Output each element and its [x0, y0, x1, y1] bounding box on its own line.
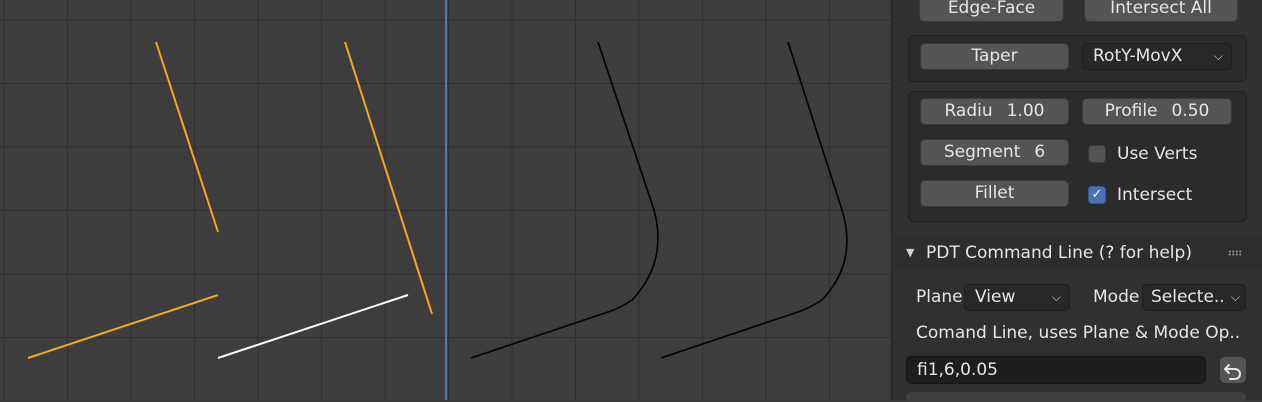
- mode-select[interactable]: Selecte.. ⌵: [1142, 284, 1246, 311]
- checkmark-icon: ✓: [1091, 187, 1103, 202]
- viewport-canvas[interactable]: [0, 0, 891, 400]
- selected-edge-2[interactable]: [27, 294, 219, 359]
- fillet-label: Fillet: [974, 183, 1015, 203]
- intersect-label[interactable]: Intersect: [1117, 185, 1192, 205]
- command-line-input[interactable]: fi1,6,0.05: [906, 356, 1206, 384]
- plane-value: View: [975, 287, 1016, 307]
- undo-arrow-icon: [1224, 364, 1241, 380]
- use-verts-label[interactable]: Use Verts: [1117, 144, 1197, 164]
- profile-label: Profile: [1104, 101, 1158, 121]
- filleted-edge-1[interactable]: [470, 41, 659, 359]
- plane-select[interactable]: View ⌵: [964, 284, 1070, 311]
- segment-value: 6: [1034, 142, 1046, 162]
- chevron-down-icon: ⌵: [1230, 290, 1240, 304]
- 3d-viewport[interactable]: [0, 0, 891, 400]
- command-line-description: Comand Line, uses Plane & Mode Op..: [916, 323, 1241, 343]
- taper-button[interactable]: Taper: [920, 43, 1069, 70]
- edge-face-label: Edge-Face: [947, 0, 1036, 18]
- filleted-edge-2[interactable]: [660, 41, 848, 359]
- fillet-button[interactable]: Fillet: [920, 180, 1069, 207]
- radius-label: Radiu: [944, 101, 993, 121]
- segment-field[interactable]: Segment 6: [920, 139, 1069, 166]
- mesh-edges[interactable]: [27, 41, 848, 359]
- command-line-title: PDT Command Line (? for help): [926, 243, 1192, 263]
- segment-label: Segment: [943, 142, 1021, 162]
- active-edge[interactable]: [217, 294, 409, 359]
- plane-label: Plane: [916, 287, 963, 307]
- radius-value: 1.00: [1006, 101, 1045, 121]
- undo-button[interactable]: [1220, 357, 1246, 383]
- radius-field[interactable]: Radiu 1.00: [920, 98, 1069, 125]
- intersect-all-label: Intersect All: [1110, 0, 1212, 18]
- disclosure-triangle-icon[interactable]: ▼: [906, 246, 914, 259]
- mode-label: Mode: [1093, 287, 1140, 307]
- selected-edge-3[interactable]: [344, 41, 433, 315]
- intersect-all-button[interactable]: Intersect All: [1084, 0, 1238, 22]
- pdt-side-panel: Edge-Face Intersect All Taper RotY-MovX ⌵…: [891, 0, 1262, 402]
- chevron-down-icon: ⌵: [1051, 290, 1061, 304]
- chevron-down-icon: ⌵: [1213, 49, 1223, 63]
- profile-field[interactable]: Profile 0.50: [1082, 98, 1232, 125]
- intersect-checkbox[interactable]: ✓: [1088, 186, 1106, 204]
- profile-value: 0.50: [1171, 101, 1210, 121]
- taper-label: Taper: [971, 46, 1018, 66]
- command-line-panel-header[interactable]: ▼ PDT Command Line (? for help): [892, 236, 1262, 270]
- edge-face-button[interactable]: Edge-Face: [919, 0, 1064, 22]
- taper-mode-value: RotY-MovX: [1093, 46, 1183, 66]
- command-line-input-value: fi1,6,0.05: [917, 360, 998, 380]
- taper-mode-select[interactable]: RotY-MovX ⌵: [1082, 43, 1232, 70]
- use-verts-checkbox[interactable]: [1088, 145, 1106, 163]
- mode-value: Selecte..: [1151, 287, 1225, 307]
- next-row-partial: [906, 392, 1246, 402]
- drag-grip-icon[interactable]: [1228, 250, 1242, 256]
- selected-edge-1[interactable]: [155, 41, 219, 233]
